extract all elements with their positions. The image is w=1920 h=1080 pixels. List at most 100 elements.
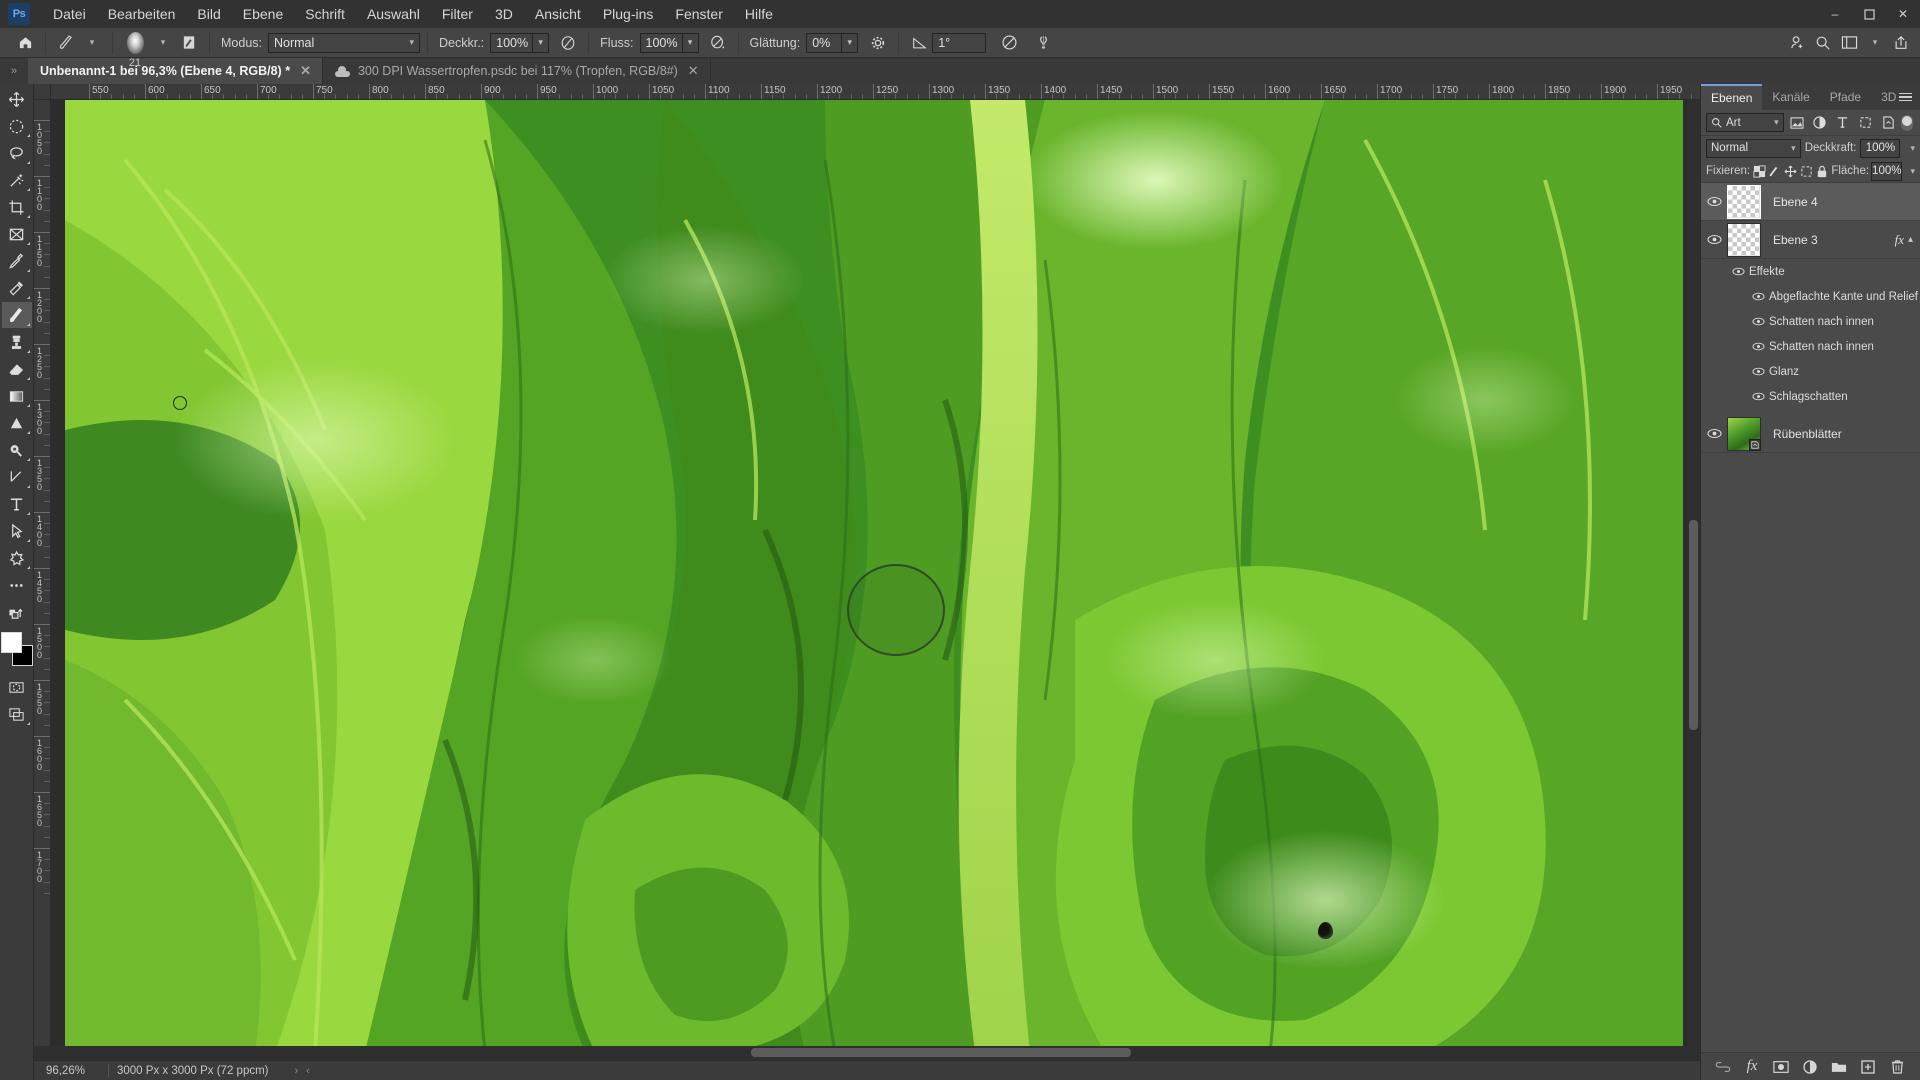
type-filter-icon[interactable]: [1832, 113, 1852, 133]
artboard[interactable]: [65, 100, 1683, 1046]
clone-stamp-tool[interactable]: [2, 329, 32, 355]
lock-transparency-icon[interactable]: [1752, 162, 1766, 180]
fill-chevron-icon[interactable]: ▾: [1910, 166, 1915, 177]
lock-image-icon[interactable]: [1768, 162, 1782, 180]
panel-menu-icon[interactable]: [1896, 84, 1914, 110]
vertical-ruler[interactable]: 1050 1100 1150 1200 1250 1300 1350 1400 1450 1500…: [34, 100, 51, 1046]
adjustment-layer-icon[interactable]: [1801, 1058, 1819, 1076]
eraser-tool[interactable]: [2, 356, 32, 382]
layer-opacity-value[interactable]: 100%: [1860, 138, 1901, 158]
layer-blend-mode-select[interactable]: Normal ▾: [1706, 138, 1801, 158]
layer-visibility-toggle[interactable]: [1701, 428, 1727, 439]
chevron-down-icon[interactable]: ▾: [1862, 31, 1888, 55]
layer-row-ebene-4[interactable]: Ebene 4: [1701, 183, 1920, 221]
chevron-up-icon[interactable]: ▴: [1908, 234, 1920, 245]
workspace-icon[interactable]: [1836, 31, 1862, 55]
menu-bearbeiten[interactable]: Bearbeiten: [97, 1, 187, 27]
healing-brush-tool[interactable]: [2, 275, 32, 301]
lock-artboard-icon[interactable]: [1800, 162, 1814, 180]
document-tab-2-close[interactable]: ✕: [686, 63, 701, 79]
lock-position-icon[interactable]: [1784, 162, 1798, 180]
add-fx-icon[interactable]: fx: [1743, 1058, 1761, 1076]
brush-preset-preview[interactable]: 21: [120, 30, 150, 69]
opacity-input[interactable]: 100%: [490, 32, 534, 53]
flow-caret[interactable]: ▾: [682, 32, 699, 53]
brush-dropdown-caret[interactable]: ▾: [79, 31, 105, 55]
effect-row-bevel[interactable]: Abgeflachte Kante und Relief: [1701, 284, 1920, 309]
path-selection-tool[interactable]: [2, 518, 32, 544]
menu-bild[interactable]: Bild: [186, 1, 231, 27]
angle-input[interactable]: 1°: [932, 32, 987, 53]
menu-ebene[interactable]: Ebene: [232, 1, 294, 27]
swap-colors-row[interactable]: [2, 599, 32, 625]
lasso-tool[interactable]: [2, 140, 32, 166]
layer-thumbnail[interactable]: [1727, 416, 1761, 451]
brush-tool[interactable]: [1, 302, 32, 328]
angle-icon[interactable]: [906, 31, 932, 55]
brush-preset-caret[interactable]: ▾: [150, 31, 176, 55]
new-layer-icon[interactable]: [1859, 1058, 1877, 1076]
color-swatches[interactable]: [0, 632, 33, 666]
foreground-color-swatch[interactable]: [0, 632, 22, 653]
airbrush-icon[interactable]: [705, 31, 731, 55]
status-prev-arrow[interactable]: ‹: [302, 1065, 314, 1077]
effect-visibility-toggle[interactable]: [1747, 367, 1769, 376]
quick-mask-icon[interactable]: [2, 674, 32, 700]
menu-fenster[interactable]: Fenster: [664, 1, 733, 27]
layer-visibility-toggle[interactable]: [1701, 234, 1727, 245]
status-next-arrow[interactable]: ›: [291, 1065, 303, 1077]
home-icon[interactable]: [12, 31, 38, 55]
layer-fx-badge[interactable]: fx: [1895, 232, 1908, 248]
layer-thumbnail[interactable]: [1727, 184, 1761, 219]
crop-tool[interactable]: [2, 194, 32, 220]
pressure-size-icon[interactable]: [996, 31, 1022, 55]
menu-datei[interactable]: Datei: [42, 1, 97, 27]
document-tab-2[interactable]: 300 DPI Wassertropfen.psdc bei 117% (Tro…: [322, 58, 711, 84]
ruler-corner[interactable]: [34, 84, 51, 100]
effect-visibility-toggle[interactable]: [1747, 342, 1769, 351]
smoothing-input[interactable]: 0%: [806, 32, 843, 53]
effect-row-satin[interactable]: Glanz: [1701, 359, 1920, 384]
tab-pfade[interactable]: Pfade: [1819, 84, 1872, 110]
smart-object-filter-icon[interactable]: [1878, 113, 1898, 133]
gradient-tool[interactable]: [2, 383, 32, 409]
pen-tool[interactable]: [2, 464, 32, 490]
filter-kind-select[interactable]: Art ▾: [1706, 113, 1784, 132]
filter-toggle[interactable]: [1901, 114, 1914, 131]
layer-row-ruebenblaetter[interactable]: Rübenblätter: [1701, 415, 1920, 453]
flow-input[interactable]: 100%: [639, 32, 683, 53]
menu-hilfe[interactable]: Hilfe: [734, 1, 784, 27]
menu-schrift[interactable]: Schrift: [294, 1, 356, 27]
elliptical-selection[interactable]: [847, 564, 945, 656]
opacity-chevron-icon[interactable]: ▾: [1910, 143, 1915, 154]
effect-visibility-toggle[interactable]: [1747, 392, 1769, 401]
marquee-tool[interactable]: [2, 113, 32, 139]
collapse-panel-icon[interactable]: »: [0, 58, 28, 84]
fill-value[interactable]: 100%: [1871, 161, 1903, 181]
share-icon[interactable]: [1888, 31, 1914, 55]
menu-3d[interactable]: 3D: [484, 1, 524, 27]
symmetry-icon[interactable]: [1030, 31, 1056, 55]
effects-visibility-toggle[interactable]: [1727, 267, 1749, 276]
minimize-button[interactable]: –: [1818, 0, 1852, 28]
brush-settings-icon[interactable]: [176, 31, 202, 55]
effect-visibility-toggle[interactable]: [1747, 317, 1769, 326]
vertical-scrollbar[interactable]: [1686, 100, 1700, 1046]
layer-list[interactable]: Ebene 4 Ebene 3 fx ▴ Effekte Abgeflachte…: [1701, 182, 1920, 1052]
horizontal-scrollbar[interactable]: [51, 1046, 1686, 1060]
shape-tool[interactable]: [2, 545, 32, 571]
vertical-scrollbar-thumb[interactable]: [1689, 520, 1698, 730]
type-tool[interactable]: [2, 491, 32, 517]
new-group-icon[interactable]: [1830, 1058, 1848, 1076]
delete-layer-icon[interactable]: [1888, 1058, 1906, 1076]
effect-row-inner-shadow-1[interactable]: Schatten nach innen: [1701, 309, 1920, 334]
zoom-level[interactable]: 96,26%: [34, 1065, 100, 1077]
pixel-filter-icon[interactable]: [1787, 113, 1807, 133]
layer-visibility-toggle[interactable]: [1701, 196, 1727, 207]
eyedropper-tool[interactable]: [2, 248, 32, 274]
document-tab-1-close[interactable]: ✕: [298, 63, 313, 79]
tab-kanaele[interactable]: Kanäle: [1762, 84, 1820, 110]
menu-auswahl[interactable]: Auswahl: [356, 1, 431, 27]
add-mask-icon[interactable]: [1772, 1058, 1790, 1076]
dodge-tool[interactable]: [2, 437, 32, 463]
